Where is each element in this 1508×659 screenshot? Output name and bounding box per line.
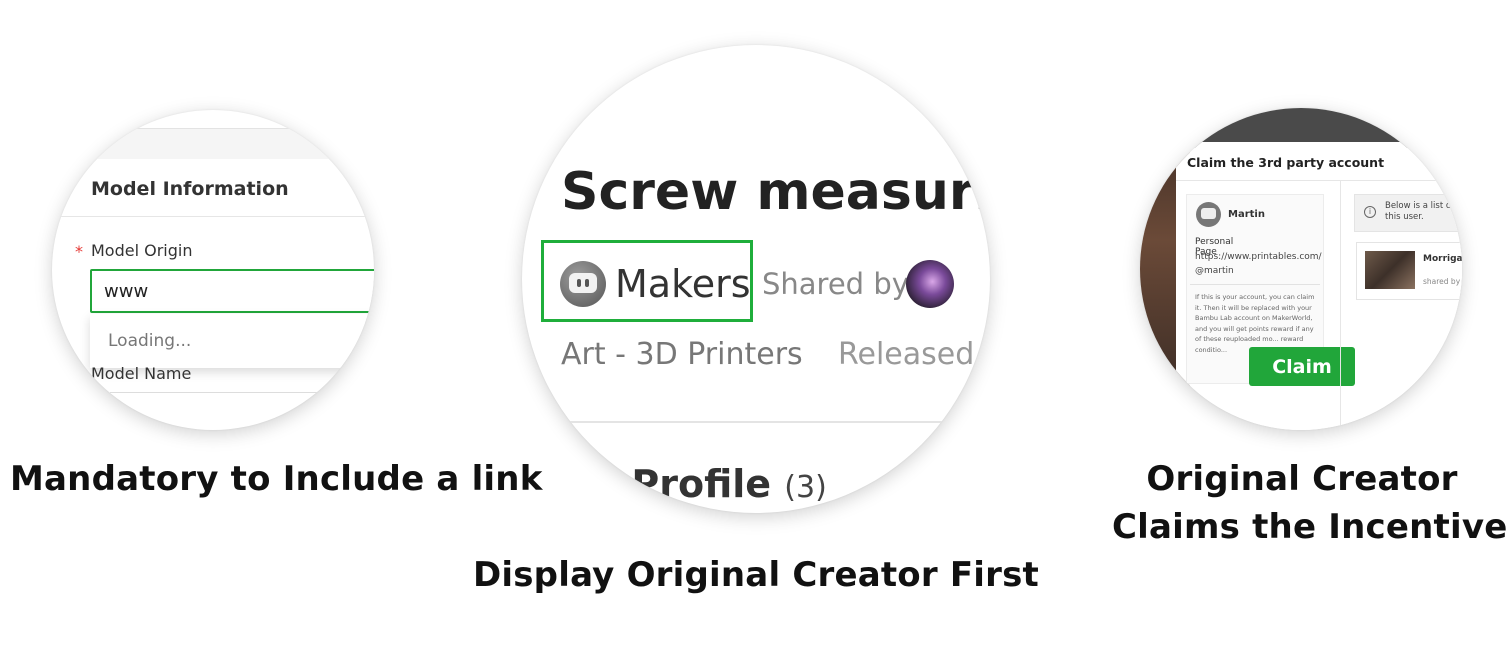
loading-text: Loading... [108,331,192,351]
user-name: Martin [1228,209,1265,220]
profile-count: (3) [784,470,827,505]
model-page-zoom-circle: Screw measurin Makers Shared by Art - 3D… [522,45,990,513]
personal-page-url[interactable]: https://www.printables.com/ [1195,252,1322,262]
model-thumbnail[interactable] [1365,251,1415,289]
print-profile-heading: t Profile (3) [600,462,827,506]
personal-page-handle: @martin [1195,266,1234,276]
caption-mandatory-link: Mandatory to Include a link [10,459,543,499]
user-avatar-icon [1196,202,1221,227]
model-title: Screw measurin [561,162,990,222]
shared-by-label: Shared by [762,267,909,301]
model-name-field[interactable] [110,392,370,393]
claim-description: If this is your account, you can claim i… [1195,293,1315,354]
claim-account-zoom-circle: Claim the 3rd party account Martin Perso… [1140,108,1462,430]
modal-title: Claim the 3rd party account [1187,155,1385,170]
sharer-avatar[interactable] [906,260,954,308]
divider [110,128,374,129]
divider [55,216,374,217]
released-label: Released [838,337,975,372]
header-strip [60,129,374,159]
model-list-name[interactable]: Morrigan [1423,254,1462,264]
model-list-shared: shared by [1423,277,1461,286]
required-asterisk: * [75,242,83,261]
model-info-zoom-circle: Model Information * Model Origin Loading… [52,110,374,430]
category-link[interactable]: Art - 3D Printers [561,337,803,372]
divider [540,421,990,423]
caption-claims-incentives: Original Creator Claims the Incentives [1112,459,1508,547]
divider [1340,180,1341,430]
caption-display-creator: Display Original Creator First [472,555,1040,595]
info-text: Below is a list o... this user. [1385,201,1460,222]
autocomplete-dropdown: Loading... [90,314,374,368]
divider [1176,180,1462,181]
section-title: Model Information [91,178,289,200]
info-icon: i [1364,206,1376,218]
model-name-label: Model Name [91,364,192,383]
divider [1190,284,1320,285]
model-origin-input[interactable] [90,269,374,313]
original-creator-highlight [541,240,753,322]
model-origin-label: Model Origin [91,241,193,260]
